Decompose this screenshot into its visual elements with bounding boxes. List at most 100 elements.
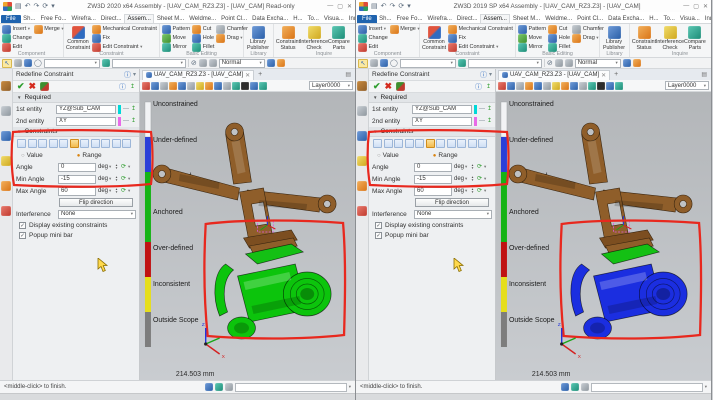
- mirror-button[interactable]: Mirror: [162, 42, 190, 52]
- zoom-icon[interactable]: [178, 81, 186, 90]
- pick-list-icon[interactable]: [24, 59, 32, 67]
- new-tab-button[interactable]: +: [612, 71, 620, 78]
- da-extra-1-icon[interactable]: [266, 59, 275, 67]
- history-manager-icon[interactable]: [1, 106, 11, 116]
- tab-inquire[interactable]: Inq...: [346, 15, 355, 23]
- tab-shape[interactable]: Sh...: [21, 15, 38, 23]
- angle-options-icon[interactable]: ▾: [128, 164, 130, 170]
- angle-input[interactable]: 0: [58, 162, 96, 172]
- display-mode-combo[interactable]: Normal ▾: [574, 58, 621, 68]
- interference-select[interactable]: None ▾: [58, 209, 136, 219]
- checkbox-checked-icon[interactable]: ✓: [375, 221, 382, 229]
- tab-assembly[interactable]: Assem...: [124, 14, 155, 23]
- min-angle-input[interactable]: -15: [58, 174, 96, 184]
- hole-button[interactable]: Hole: [548, 33, 570, 43]
- view-refresh-icon[interactable]: [142, 81, 150, 90]
- calculator-icon[interactable]: [224, 383, 233, 391]
- history-manager-icon[interactable]: [357, 106, 367, 116]
- tab-assembly[interactable]: Assem...: [480, 14, 511, 23]
- ok-button[interactable]: ✔: [373, 81, 381, 92]
- print-icon[interactable]: [507, 81, 515, 90]
- maximize-button[interactable]: ▢: [693, 3, 699, 10]
- symmetry-constraint-icon[interactable]: [111, 139, 121, 148]
- max-angle-expression-icon[interactable]: ⟳: [121, 187, 126, 195]
- max-angle-options-icon[interactable]: ▾: [484, 188, 486, 194]
- display-mode-combo[interactable]: Normal ▾: [218, 58, 265, 68]
- max-angle-input[interactable]: 60: [414, 186, 452, 196]
- perspective-icon[interactable]: [232, 81, 240, 90]
- min-angle-unit[interactable]: deg ▾: [98, 176, 112, 182]
- angle-spinner[interactable]: ▴ ▾: [114, 163, 119, 170]
- pick-arrow-icon[interactable]: ↖: [358, 58, 368, 68]
- visual-style-icon[interactable]: [615, 81, 623, 90]
- tab-freeform[interactable]: Free Fo...: [38, 15, 69, 23]
- checkbox-checked-icon[interactable]: ✓: [19, 231, 26, 239]
- angle-constraint-icon[interactable]: [425, 139, 435, 148]
- close-button[interactable]: ✕: [703, 3, 708, 10]
- mechanical-constraint-button[interactable]: Mechanical Constraint: [92, 24, 157, 34]
- entity-pick-icon[interactable]: ↥: [487, 117, 492, 125]
- tab-tools[interactable]: To...: [305, 15, 321, 23]
- compare-parts-button[interactable]: Compare Parts: [328, 25, 350, 50]
- no-filter-icon[interactable]: ⊘: [547, 59, 553, 68]
- tab-close-icon[interactable]: ✕: [245, 72, 250, 79]
- ok-button[interactable]: ✔: [17, 81, 25, 92]
- pan-icon[interactable]: [516, 81, 524, 90]
- second-entity-input[interactable]: XY: [56, 116, 116, 126]
- library-publisher-button[interactable]: Library Publisher: [246, 25, 270, 50]
- first-entity-input[interactable]: YZ@Sub_CAM: [56, 104, 116, 114]
- tab-pointcloud[interactable]: Point Cl...: [219, 15, 250, 23]
- library-publisher-button[interactable]: Library Publisher: [602, 25, 626, 50]
- view-manager-icon[interactable]: [1, 131, 11, 141]
- interference-check-button[interactable]: Interference Check: [656, 25, 684, 50]
- perpendicular-constraint-icon[interactable]: [59, 139, 68, 148]
- minimize-button[interactable]: —: [327, 3, 333, 10]
- tab-sheetmetal[interactable]: Sheet M...: [510, 15, 542, 23]
- panel-help-icon[interactable]: ⓘ: [475, 82, 482, 92]
- input-mode-icon[interactable]: [204, 383, 213, 391]
- pick-circle-icon[interactable]: ◯: [390, 59, 398, 68]
- lock-constraint-icon[interactable]: [80, 139, 89, 148]
- mechanical-constraint-button[interactable]: Mechanical Constraint: [448, 24, 513, 34]
- calculator-icon[interactable]: [580, 383, 589, 391]
- info-icon[interactable]: ⓘ: [480, 70, 487, 80]
- pick-arrow-icon[interactable]: ↖: [2, 58, 12, 68]
- apply-toggle-icon[interactable]: [40, 82, 50, 91]
- second-entity-input[interactable]: XY: [412, 116, 472, 126]
- insert-button[interactable]: Insert ▾: [2, 24, 32, 34]
- entity-clear-icon[interactable]: —: [123, 105, 129, 113]
- view-orient-icon[interactable]: [543, 81, 551, 90]
- tab-close-icon[interactable]: ✕: [601, 72, 606, 79]
- layer-manager-icon[interactable]: [357, 206, 367, 216]
- selection-tool-icon[interactable]: [457, 59, 466, 67]
- rotate-icon[interactable]: [525, 81, 533, 90]
- document-tab[interactable]: UAV_CAM_RZ3.Z3 - [UAV_CAM] ✕: [498, 69, 611, 80]
- visual-manager-icon[interactable]: [1, 156, 11, 166]
- entity-filter-combo[interactable]: ▾: [399, 58, 456, 68]
- max-angle-unit[interactable]: deg ▾: [454, 188, 468, 194]
- view-refresh-icon[interactable]: [498, 81, 506, 90]
- constraints-section-header[interactable]: ▼ Constraints: [369, 127, 495, 137]
- graphics-canvas[interactable]: Unconstrained Under-defined Well-defined…: [496, 92, 711, 380]
- max-angle-options-icon[interactable]: ▾: [128, 188, 130, 194]
- panel-help-icon[interactable]: ⓘ: [119, 82, 126, 92]
- middle-constraint-icon[interactable]: [101, 139, 110, 148]
- frame-constraint-icon[interactable]: [122, 139, 131, 148]
- visual-style-icon[interactable]: [259, 81, 267, 90]
- section-view-icon[interactable]: [214, 81, 222, 90]
- angle-input[interactable]: 0: [414, 162, 452, 172]
- background-icon[interactable]: [223, 81, 231, 90]
- redo-icon[interactable]: ↷: [390, 2, 396, 11]
- save-icon[interactable]: ▤: [371, 2, 378, 11]
- value-radio[interactable]: ○ Value: [21, 152, 43, 159]
- entity-clear-icon[interactable]: —: [479, 105, 485, 113]
- tab-list-icon[interactable]: ▤: [345, 71, 353, 78]
- filter-icon[interactable]: [14, 59, 22, 67]
- cmm-icon[interactable]: [250, 81, 258, 90]
- insert-button[interactable]: Insert ▾: [358, 24, 388, 34]
- cut-button[interactable]: Cut: [548, 24, 570, 34]
- range-radio[interactable]: ● Range: [77, 152, 102, 159]
- lock-constraint-icon[interactable]: [436, 139, 445, 148]
- tab-heal[interactable]: H...: [291, 15, 305, 23]
- fix-button[interactable]: Fix: [92, 33, 157, 43]
